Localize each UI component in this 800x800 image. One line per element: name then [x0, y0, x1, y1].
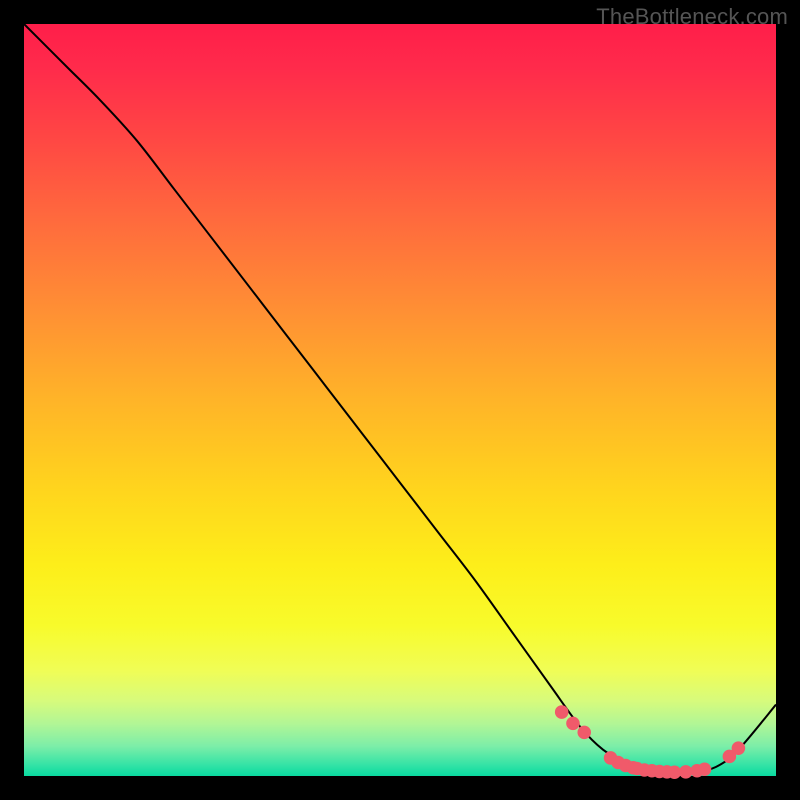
watermark-text: TheBottleneck.com [596, 4, 788, 30]
data-point [577, 726, 591, 740]
bottleneck-curve [24, 24, 776, 773]
data-point [555, 705, 569, 719]
chart-svg [24, 24, 776, 776]
data-point [732, 741, 746, 755]
data-point [566, 717, 580, 731]
plot-area [24, 24, 776, 776]
curve-markers [555, 705, 745, 779]
data-point [698, 762, 712, 776]
